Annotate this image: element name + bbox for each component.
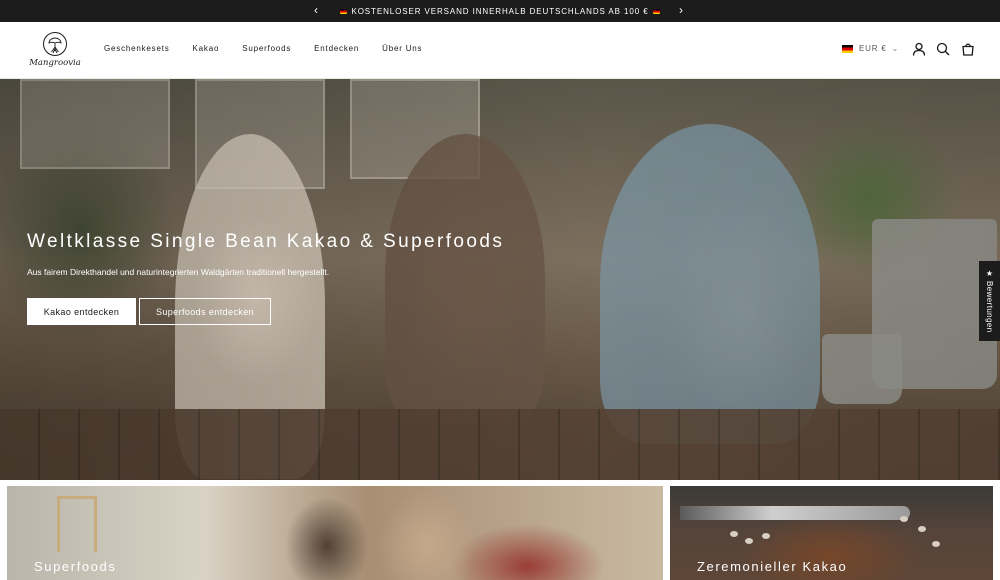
- nav-item-kakao[interactable]: Kakao: [193, 44, 220, 53]
- reviews-tab-label: ★ Bewertungen: [985, 269, 994, 333]
- hero-banner: Weltklasse Single Bean Kakao & Superfood…: [0, 79, 1000, 480]
- account-icon[interactable]: [912, 42, 926, 56]
- hero-overlay: [0, 79, 1000, 480]
- flag-icon: [340, 8, 348, 14]
- cart-icon[interactable]: [961, 42, 975, 56]
- cacao-bean: [762, 533, 770, 539]
- logo[interactable]: Mangroovia: [29, 31, 81, 71]
- nav-item-geschenkesets[interactable]: Geschenkesets: [104, 44, 170, 53]
- hero-subtitle: Aus fairem Direkthandel und naturintegri…: [27, 267, 330, 277]
- reviews-tab[interactable]: ★ Bewertungen: [979, 261, 1000, 341]
- main-nav: Geschenkesets Kakao Superfoods Entdecken…: [104, 44, 445, 53]
- tile-label: Zeremonieller Kakao: [697, 559, 848, 574]
- knife-decoration: [680, 506, 910, 520]
- nav-item-superfoods[interactable]: Superfoods: [242, 44, 291, 53]
- nav-item-ueber-uns[interactable]: Über Uns: [382, 44, 422, 53]
- lamp-decoration: [57, 496, 97, 552]
- category-tile-zeremonieller-kakao[interactable]: Zeremonieller Kakao: [670, 486, 993, 580]
- cacao-bean: [900, 516, 908, 522]
- chevron-down-icon: ⌄: [891, 44, 900, 53]
- kakao-entdecken-button[interactable]: Kakao entdecken: [27, 298, 136, 325]
- germany-flag-icon: [842, 44, 853, 53]
- site-header: Mangroovia Geschenkesets Kakao Superfood…: [0, 22, 1000, 79]
- superfoods-entdecken-button[interactable]: Superfoods entdecken: [139, 298, 271, 325]
- announcement-text: KOSTENLOSER VERSAND INNERHALB DEUTSCHLAN…: [351, 6, 649, 16]
- announcement-bar: ‹ KOSTENLOSER VERSAND INNERHALB DEUTSCHL…: [0, 0, 1000, 22]
- flag-icon: [652, 8, 660, 14]
- mangrove-tree-icon: [43, 32, 67, 56]
- hero-title: Weltklasse Single Bean Kakao & Superfood…: [27, 231, 505, 252]
- category-tile-superfoods[interactable]: Superfoods: [7, 486, 663, 580]
- nav-item-entdecken[interactable]: Entdecken: [314, 44, 359, 53]
- chevron-left-icon[interactable]: ‹: [314, 3, 319, 17]
- chevron-right-icon[interactable]: ›: [679, 3, 684, 17]
- cacao-bean: [730, 531, 738, 537]
- cacao-bean: [918, 526, 926, 532]
- currency-selector[interactable]: EUR € ⌄: [842, 44, 899, 53]
- logo-wordmark: Mangroovia: [29, 58, 81, 68]
- search-icon[interactable]: [936, 42, 950, 56]
- cacao-bean: [932, 541, 940, 547]
- cacao-bean: [745, 538, 753, 544]
- currency-label: EUR €: [859, 44, 887, 53]
- tile-label: Superfoods: [34, 559, 117, 574]
